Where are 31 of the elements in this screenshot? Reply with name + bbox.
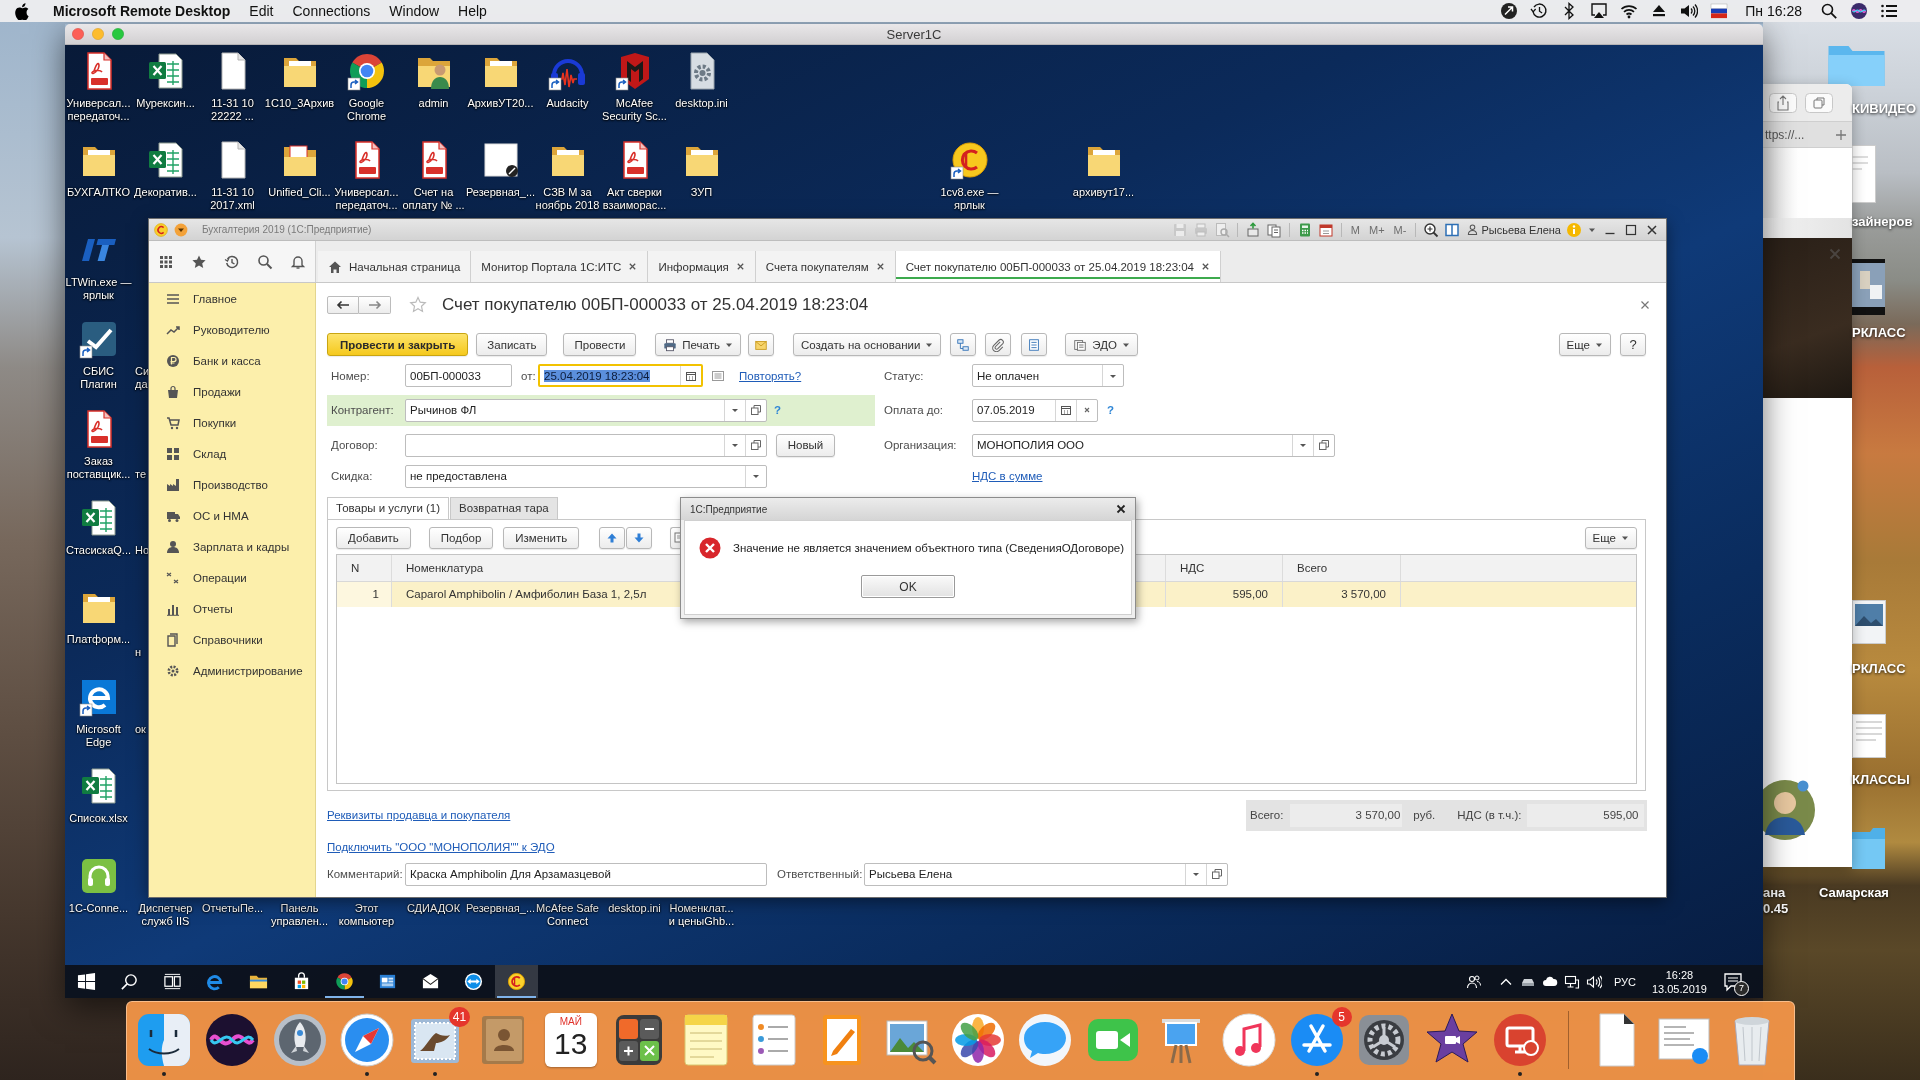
vat-label: НДС (в т.ч.): <box>1457 809 1522 821</box>
calendar-month: МАЙ <box>559 1016 582 1027</box>
window-title: Server1C <box>886 26 942 42</box>
table-cell: 595,00 <box>1166 581 1283 607</box>
vat-value: 595,00 <box>1527 803 1645 827</box>
field-label: Организация: <box>884 439 958 451</box>
column-header: Всего <box>1283 554 1401 581</box>
currency-label: руб. <box>1413 809 1436 821</box>
field-label: Ответственный: <box>777 868 864 880</box>
notification-badge: 41 <box>448 1007 471 1027</box>
notification-count: 7 <box>1734 980 1749 996</box>
field-label: Контрагент: <box>330 404 395 416</box>
column-header: N <box>337 554 392 581</box>
error-message: Значение не является значением объектного типа (СведенияОДоговоре) <box>733 542 1124 554</box>
document-title: Счет покупателю 00БП-000033 от 25.04.2019 18:23:04 <box>442 295 869 315</box>
table-cell: 1 <box>337 581 392 607</box>
field-label: Скидка: <box>330 470 374 482</box>
field-label: Статус: <box>884 369 925 382</box>
field-label: от: <box>521 369 537 382</box>
window-title: Бухгалтерия 2019 (1С:Предприятие) <box>202 224 372 235</box>
field-label: Оплата до: <box>884 404 945 416</box>
notification-badge: 5 <box>1331 1007 1352 1027</box>
field-label: Комментарий: <box>327 868 404 880</box>
total-label: Всего: <box>1250 809 1284 821</box>
calendar-day: 13 <box>554 1027 588 1061</box>
table-cell: 3 570,00 <box>1283 581 1401 607</box>
dialog-title: 1С:Предприятие <box>690 503 768 515</box>
field-label: Номер: <box>330 369 371 382</box>
field-label: Договор: <box>330 439 379 451</box>
column-header: НДС <box>1166 554 1283 581</box>
total-value: 3 570,00 <box>1290 803 1403 827</box>
